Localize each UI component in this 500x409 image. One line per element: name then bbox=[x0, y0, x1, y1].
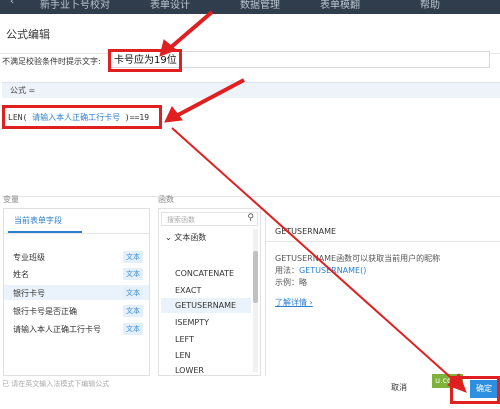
field-type-badge: 文本 bbox=[123, 305, 143, 317]
functions-panel: 搜索函数 ⚲ ⌄ 文本函数 CONCATENATE EXACT GETUSERN… bbox=[158, 208, 261, 376]
formula-header: 公式 = bbox=[2, 82, 500, 98]
toolbar-item-form-design[interactable]: 表单设计 bbox=[150, 0, 190, 11]
tab-current-form-fields[interactable]: 当前表单字段 bbox=[14, 215, 62, 226]
field-name: 姓名 bbox=[13, 270, 29, 279]
function-name: LEFT bbox=[175, 335, 194, 344]
toolbar-item-name[interactable]: 新手业卜号校对 bbox=[40, 0, 110, 11]
function-name: LEN bbox=[175, 351, 191, 360]
function-name: LOWER bbox=[175, 366, 204, 375]
description-example: 示例：略 bbox=[275, 278, 307, 287]
field-type-badge: 文本 bbox=[123, 287, 143, 299]
annotation-box-hint bbox=[108, 49, 182, 72]
scrollbar-thumb[interactable] bbox=[253, 251, 258, 303]
learn-more-link[interactable]: 了解详情 › bbox=[275, 297, 313, 308]
field-item[interactable]: 请输入本人正确工行卡号 文本 bbox=[4, 321, 149, 336]
variables-label: 变量 bbox=[3, 195, 19, 204]
function-item[interactable]: LEN bbox=[161, 348, 251, 363]
function-name: ISEMPTY bbox=[175, 318, 209, 327]
chevron-down-icon: ⌄ bbox=[165, 233, 172, 242]
field-type-badge: 文本 bbox=[123, 268, 143, 280]
usage-label: 用法： bbox=[275, 266, 299, 275]
function-name: EXACT bbox=[175, 286, 202, 295]
top-toolbar: ‹ 新手业卜号校对 表单设计 数据管理 表单模翻 帮助 bbox=[0, 0, 500, 14]
footer-hint: 已 请在英文输入法模式下编辑公式 bbox=[2, 380, 110, 388]
field-item[interactable]: 专业班级 文本 bbox=[4, 249, 149, 264]
function-name: GETUSERNAME bbox=[175, 301, 237, 310]
field-item[interactable]: 姓名 文本 bbox=[4, 266, 149, 281]
cancel-button[interactable]: 取消 bbox=[385, 381, 413, 395]
function-description-panel: GETUSERNAME GETUSERNAME函数可以获取当前用户的昵称 用法：… bbox=[265, 208, 500, 376]
field-item[interactable]: 银行卡号是否正确 文本 bbox=[4, 303, 149, 318]
function-item[interactable]: LOWER bbox=[161, 363, 251, 378]
back-icon[interactable]: ‹ bbox=[10, 0, 14, 7]
field-name: 专业班级 bbox=[13, 253, 45, 262]
dialog-title: 公式编辑 bbox=[6, 28, 50, 41]
field-type-badge: 文本 bbox=[123, 251, 143, 263]
usage-value: GETUSERNAME() bbox=[299, 266, 367, 275]
function-category[interactable]: ⌄ 文本函数 bbox=[165, 232, 206, 243]
function-item[interactable]: CONCATENATE bbox=[161, 266, 251, 281]
category-label: 文本函数 bbox=[174, 233, 207, 242]
annotation-box-formula bbox=[2, 105, 162, 129]
divider bbox=[4, 233, 149, 234]
function-item[interactable]: GETUSERNAME bbox=[161, 298, 251, 313]
hint-text-label: 不满足校验条件时提示文字: bbox=[2, 57, 101, 66]
toolbar-item-data[interactable]: 数据管理 bbox=[240, 0, 280, 11]
function-item[interactable]: EXACT bbox=[161, 283, 251, 298]
search-placeholder: 搜索函数 bbox=[167, 216, 195, 224]
annotation-box-ok bbox=[450, 376, 500, 404]
divider bbox=[266, 241, 500, 242]
variables-panel: 当前表单字段 专业班级 文本 姓名 文本 银行卡号 文本 银行卡号是否正确 文本… bbox=[3, 208, 150, 376]
field-type-badge: 文本 bbox=[123, 323, 143, 335]
function-search-input[interactable]: 搜索函数 ⚲ bbox=[161, 212, 258, 226]
function-item[interactable]: LEFT bbox=[161, 332, 251, 347]
description-usage: 用法：GETUSERNAME() bbox=[275, 265, 366, 276]
field-name: 银行卡号 bbox=[13, 289, 45, 298]
description-text: GETUSERNAME函数可以获取当前用户的昵称 bbox=[275, 254, 441, 263]
functions-label: 函数 bbox=[158, 195, 174, 204]
description-title: GETUSERNAME bbox=[275, 227, 337, 236]
field-item[interactable]: 银行卡号 文本 bbox=[4, 285, 149, 300]
function-list-scrollbar[interactable] bbox=[253, 229, 258, 372]
toolbar-item-help[interactable]: 帮助 bbox=[420, 0, 440, 11]
toolbar-item-template[interactable]: 表单模翻 bbox=[320, 0, 360, 11]
function-item[interactable]: ISEMPTY bbox=[161, 315, 251, 330]
search-icon[interactable]: ⚲ bbox=[247, 213, 254, 223]
field-name: 请输入本人正确工行卡号 bbox=[13, 325, 101, 334]
field-name: 银行卡号是否正确 bbox=[13, 307, 77, 316]
function-name: CONCATENATE bbox=[175, 269, 235, 278]
